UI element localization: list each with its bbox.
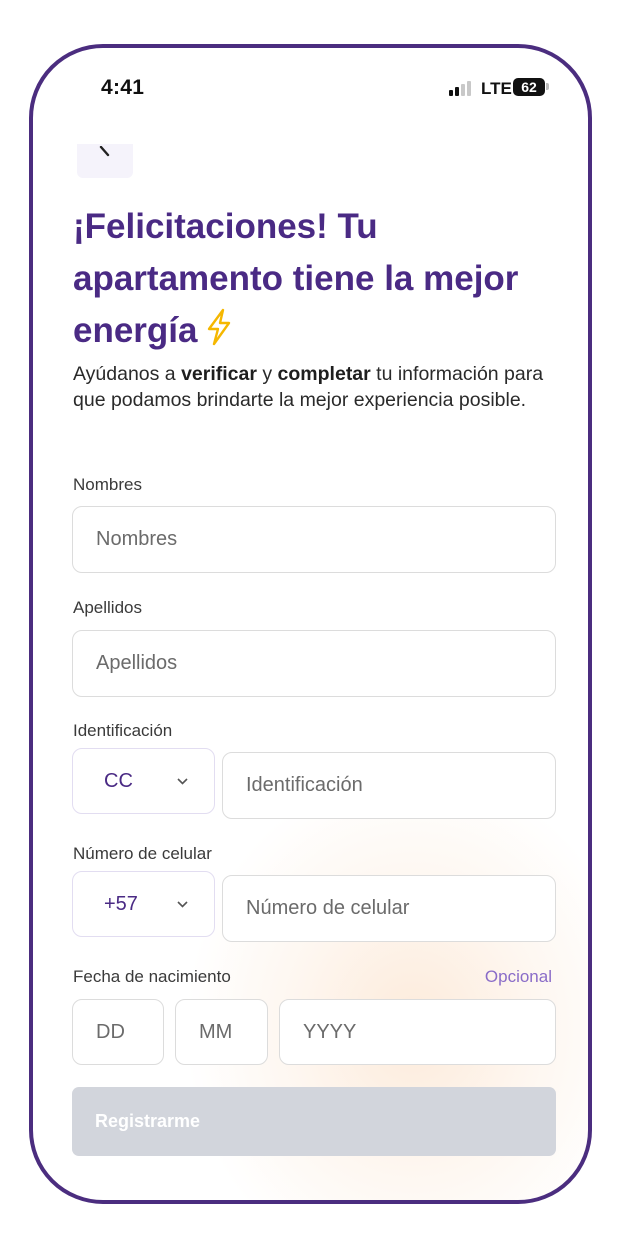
lightning-bolt-icon: [207, 308, 230, 346]
register-button[interactable]: Registrarme: [72, 1087, 556, 1156]
page-subtitle: Ayúdanos a verificar y completar tu info…: [73, 361, 563, 413]
network-type: LTE: [481, 79, 512, 98]
id-type-select[interactable]: CC: [72, 748, 215, 814]
celular-label: Número de celular: [73, 844, 212, 863]
subtitle-bold-verificar: verificar: [181, 363, 257, 385]
identificacion-label: Identificación: [73, 721, 173, 740]
identificacion-input[interactable]: [222, 752, 556, 819]
celular-input[interactable]: [222, 875, 556, 942]
birth-day-input[interactable]: [72, 999, 164, 1065]
battery-icon: 62: [513, 78, 545, 96]
signal-icon: [449, 81, 475, 96]
nombres-label: Nombres: [73, 475, 142, 494]
country-code-value: +57: [104, 892, 138, 915]
battery-level: 62: [521, 79, 537, 95]
birth-month-input[interactable]: [175, 999, 268, 1065]
id-type-value: CC: [104, 769, 133, 792]
birth-year-input[interactable]: [279, 999, 556, 1065]
chevron-down-icon: [177, 900, 188, 908]
subtitle-text: y: [256, 363, 278, 385]
back-button[interactable]: [77, 144, 133, 178]
status-time: 4:41: [101, 76, 145, 99]
subtitle-bold-completar: completar: [277, 363, 371, 385]
apellidos-input[interactable]: [72, 630, 556, 697]
chevron-left-icon: [99, 146, 110, 157]
subtitle-text: Ayúdanos a: [73, 363, 182, 385]
battery-tip: [546, 83, 549, 90]
nombres-input[interactable]: [72, 506, 556, 573]
chevron-down-icon: [177, 777, 188, 785]
country-code-select[interactable]: +57: [72, 871, 215, 937]
apellidos-label: Apellidos: [73, 598, 142, 617]
optional-tag: Opcional: [484, 967, 552, 986]
phone-frame: 4:41 LTE 62 ¡Felicitaciones! Tu apartame…: [29, 44, 592, 1204]
page-title-text: ¡Felicitaciones! Tu apartamento tiene la…: [73, 207, 519, 350]
nacimiento-label: Fecha de nacimiento: [73, 967, 231, 986]
page-title: ¡Felicitaciones! Tu apartamento tiene la…: [73, 201, 553, 357]
